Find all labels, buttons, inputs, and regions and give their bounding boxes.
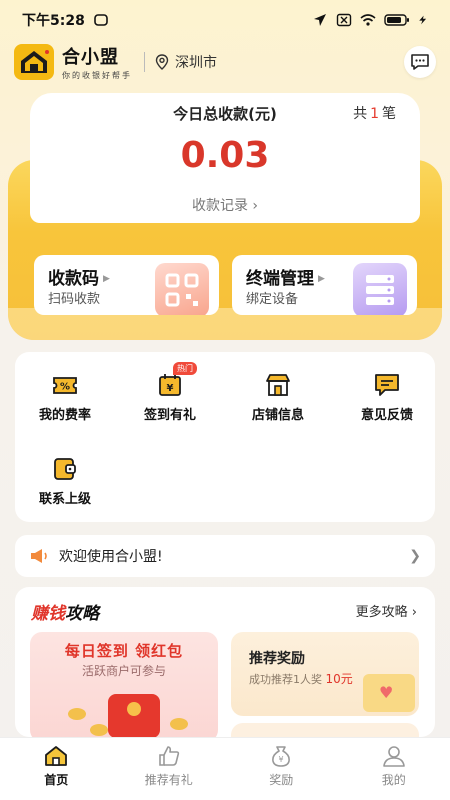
megaphone-icon — [31, 549, 47, 563]
tab-label: 我的 — [381, 773, 406, 787]
coin-icon — [170, 718, 188, 730]
checkin-banner-subtitle: 活跃商户可参与 — [81, 664, 166, 678]
transaction-count: 共1笔 — [353, 103, 396, 123]
daily-checkin-banner[interactable]: 每日签到 领红包 活跃商户可参与 — [30, 632, 218, 737]
payment-code-card[interactable]: 收款码 ▶ 扫码收款 — [34, 255, 219, 315]
location-selector[interactable]: 深圳市 — [155, 52, 217, 72]
checkin-banner-title: 每日签到 领红包 — [64, 642, 184, 660]
count-suffix: 笔 — [382, 106, 396, 122]
terminal-management-title: 终端管理 — [246, 269, 314, 289]
wallet-icon — [51, 456, 79, 482]
status-time: 下午5:28 — [22, 13, 85, 29]
total-amount: 0.03 — [180, 135, 270, 176]
feedback-icon — [373, 372, 401, 398]
tab-label: 首页 — [44, 773, 69, 787]
location-text: 深圳市 — [175, 55, 217, 71]
shop-icon — [264, 372, 292, 398]
money-bag-icon: ¥ — [272, 746, 291, 767]
heart-envelope-icon: ♥ — [363, 674, 415, 712]
location-pin-icon — [155, 54, 169, 70]
calendar-yen-icon: ¥ 热门 — [156, 362, 197, 398]
tab-referral[interactable]: 推荐有礼 — [113, 738, 226, 800]
coin-icon — [90, 724, 108, 736]
grid-item-contact-superior[interactable]: 联系上级 — [15, 456, 115, 507]
payment-code-title: 收款码 — [48, 269, 99, 289]
feature-grid: % 我的费率 ¥ 热门 签到有礼 店铺信息 意见反馈 联系上级 — [15, 352, 435, 522]
earning-strategy-section: 赚钱攻略 更多攻略 › 每日签到 领红包 活跃商户可参与 推荐奖励 成功推荐1人… — [15, 587, 435, 737]
svg-text:¥: ¥ — [167, 383, 174, 394]
svg-text:¥: ¥ — [279, 755, 284, 764]
records-link[interactable]: 收款记录 › — [30, 195, 420, 215]
payment-code-subtitle: 扫码收款 — [48, 292, 101, 307]
strategy-title-black: 攻略 — [65, 604, 99, 624]
bottom-tab-bar: 首页 推荐有礼 ¥ 奖励 我的 — [0, 737, 450, 800]
count-value: 1 — [370, 106, 379, 122]
grid-item-feedback[interactable]: 意见反馈 — [337, 372, 437, 423]
strategy-title: 赚钱攻略 — [31, 599, 99, 624]
chat-bubble-icon — [411, 54, 429, 70]
secondary-promo-banner[interactable] — [231, 723, 419, 737]
grid-item-shop-info[interactable]: 店铺信息 — [228, 372, 328, 423]
app-title: 合小盟 — [62, 47, 119, 68]
tab-profile[interactable]: 我的 — [338, 738, 450, 800]
coin-icon — [68, 708, 86, 720]
tab-rewards[interactable]: ¥ 奖励 — [225, 738, 338, 800]
chevron-right-icon: ❯ — [409, 548, 421, 564]
thumbs-up-icon — [158, 746, 179, 766]
grid-label: 签到有礼 — [143, 408, 196, 423]
header-divider — [144, 52, 145, 72]
status-bar: 下午5:28 — [0, 0, 450, 40]
app-logo-icon — [14, 44, 54, 80]
grid-item-my-rate[interactable]: % 我的费率 — [15, 372, 115, 423]
terminal-management-card[interactable]: 终端管理 ▶ 绑定设备 — [232, 255, 417, 315]
notice-text: 欢迎使用合小盟! — [59, 549, 163, 565]
app-notification-icon — [94, 14, 108, 26]
rate-ticket-icon: % — [51, 372, 79, 398]
count-prefix: 共 — [353, 106, 368, 122]
more-strategies-link[interactable]: 更多攻略 › — [356, 601, 417, 620]
play-arrow-icon: ▶ — [318, 274, 325, 284]
tab-label: 推荐有礼 — [144, 773, 193, 787]
tab-label: 奖励 — [269, 773, 294, 787]
tab-home[interactable]: 首页 — [0, 738, 113, 800]
location-arrow-icon — [314, 14, 326, 26]
battery-icon — [384, 14, 409, 26]
qr-code-icon — [155, 263, 209, 315]
grid-label: 我的费率 — [38, 408, 91, 423]
referral-subtitle: 成功推荐1人奖 10元 — [249, 670, 353, 687]
referral-title: 推荐奖励 — [249, 651, 305, 667]
income-summary-card: 今日总收款(元) 共1笔 0.03 收款记录 › — [30, 93, 420, 223]
app-header: 合小盟 你的收银好帮手 深圳市 — [14, 42, 436, 82]
grid-label: 店铺信息 — [251, 408, 304, 423]
grid-label: 联系上级 — [38, 492, 91, 507]
wifi-icon — [360, 14, 376, 26]
app-slogan: 你的收银好帮手 — [62, 71, 132, 80]
home-icon — [45, 746, 68, 766]
notice-bar[interactable]: 欢迎使用合小盟! ❯ — [15, 535, 435, 577]
strategy-title-red: 赚钱 — [31, 604, 65, 624]
hot-badge: 热门 — [173, 362, 197, 375]
terminal-management-subtitle: 绑定设备 — [246, 292, 299, 307]
referral-amount: 10元 — [325, 672, 353, 686]
user-icon — [382, 746, 405, 767]
play-arrow-icon: ▶ — [103, 274, 110, 284]
charging-bolt-icon — [419, 15, 427, 25]
svg-text:%: % — [60, 382, 70, 393]
red-envelope-icon — [108, 694, 160, 737]
grid-label: 意见反馈 — [360, 408, 413, 423]
grid-item-checkin-reward[interactable]: ¥ 热门 签到有礼 — [120, 362, 220, 423]
server-device-icon — [353, 263, 407, 315]
referral-subtitle-text: 成功推荐1人奖 — [249, 673, 322, 686]
messages-button[interactable] — [404, 46, 436, 78]
sim-off-icon — [336, 13, 352, 27]
referral-reward-banner[interactable]: 推荐奖励 成功推荐1人奖 10元 ♥ — [231, 632, 419, 716]
